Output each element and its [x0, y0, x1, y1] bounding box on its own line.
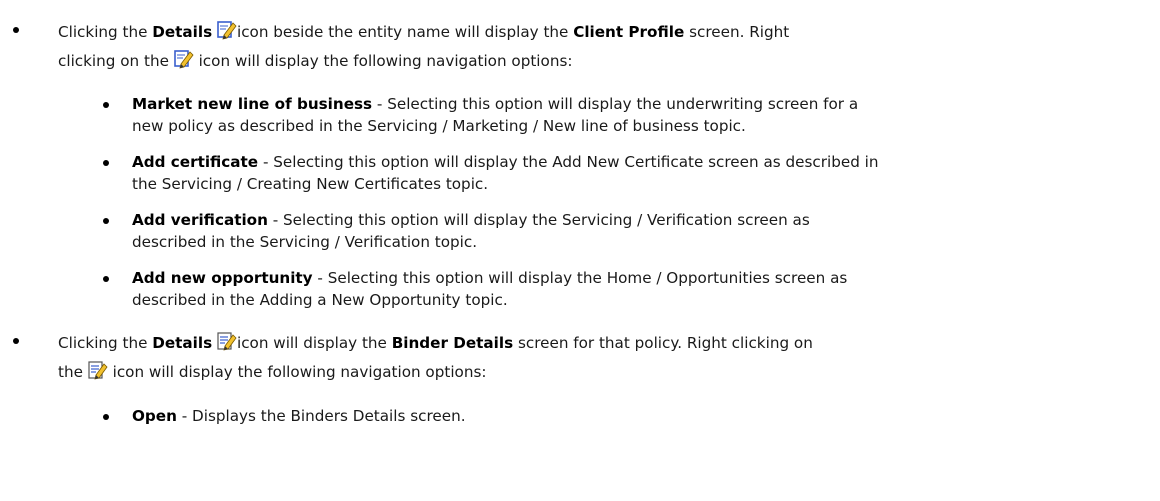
- bullet2-text3: screen for that policy. Right clicking o…: [513, 334, 813, 352]
- bullet1-text3: screen. Right: [684, 23, 790, 41]
- sub-item-desc: - Selecting this option will display the…: [372, 95, 859, 113]
- sub-item-add-new-opportunity: Add new opportunity - Selecting this opt…: [132, 268, 847, 288]
- sub-bullet-marker: [103, 414, 109, 420]
- sub-item-label: Add verification: [132, 211, 268, 229]
- client-profile-label: Client Profile: [573, 23, 685, 41]
- bullet1-line1: Clicking the Details icon beside the ent…: [58, 20, 789, 42]
- sub-item-desc-cont: described in the Adding a New Opportunit…: [132, 291, 508, 309]
- edit-pencil-icon[interactable]: [173, 49, 194, 69]
- bullet1-text1: Clicking the: [58, 23, 153, 41]
- sub-item-label: Open: [132, 407, 177, 425]
- bullet-marker: [13, 338, 19, 344]
- sub-item-desc: - Selecting this option will display the…: [258, 153, 879, 171]
- sub-item-label: Add new opportunity: [132, 269, 313, 287]
- bullet2-text5: icon will display the following navigati…: [107, 363, 487, 381]
- sub-item-desc: - Displays the Binders Details screen.: [176, 407, 466, 425]
- edit-document-icon[interactable]: [88, 360, 108, 380]
- details-label: Details: [152, 23, 213, 41]
- sub-bullet-marker: [103, 276, 109, 282]
- bullet-marker: [13, 27, 19, 33]
- edit-document-icon[interactable]: [217, 331, 237, 351]
- bullet2-line1: Clicking the Details icon will display t…: [58, 331, 813, 353]
- bullet2-text2: icon will display the: [236, 334, 392, 352]
- sub-bullet-marker: [103, 102, 109, 108]
- sub-item-desc-cont: described in the Servicing / Verificatio…: [132, 233, 478, 251]
- bullet1-line2: clicking on the icon will display the fo…: [58, 49, 572, 71]
- sub-item-label: Market new line of business: [132, 95, 373, 113]
- bullet2-text4: the: [58, 363, 88, 381]
- sub-bullet-marker: [103, 218, 109, 224]
- sub-item-desc: - Selecting this option will display the…: [267, 211, 810, 229]
- sub-item-add-certificate: Add certificate - Selecting this option …: [132, 152, 879, 172]
- binder-details-label: Binder Details: [391, 334, 514, 352]
- sub-item-add-verification: Add verification - Selecting this option…: [132, 210, 810, 230]
- sub-item-desc: - Selecting this option will display the…: [312, 269, 848, 287]
- sub-item-desc-cont: the Servicing / Creating New Certificate…: [132, 175, 489, 193]
- sub-item-open: Open - Displays the Binders Details scre…: [132, 406, 466, 426]
- bullet2-line2: the icon will display the following navi…: [58, 360, 487, 382]
- edit-pencil-icon[interactable]: [217, 20, 237, 40]
- bullet1-text2: icon beside the entity name will display…: [236, 23, 574, 41]
- sub-bullet-marker: [103, 160, 109, 166]
- help-document: Clicking the Details icon beside the ent…: [0, 0, 1160, 501]
- bullet2-text1: Clicking the: [58, 334, 153, 352]
- details-label: Details: [152, 334, 213, 352]
- bullet1-text4: clicking on the: [58, 52, 174, 70]
- sub-item-market-new-line: Market new line of business - Selecting …: [132, 94, 858, 114]
- sub-item-desc-cont: new policy as described in the Servicing…: [132, 117, 746, 135]
- sub-item-label: Add certificate: [132, 153, 259, 171]
- bullet1-text5: icon will display the following navigati…: [193, 52, 573, 70]
